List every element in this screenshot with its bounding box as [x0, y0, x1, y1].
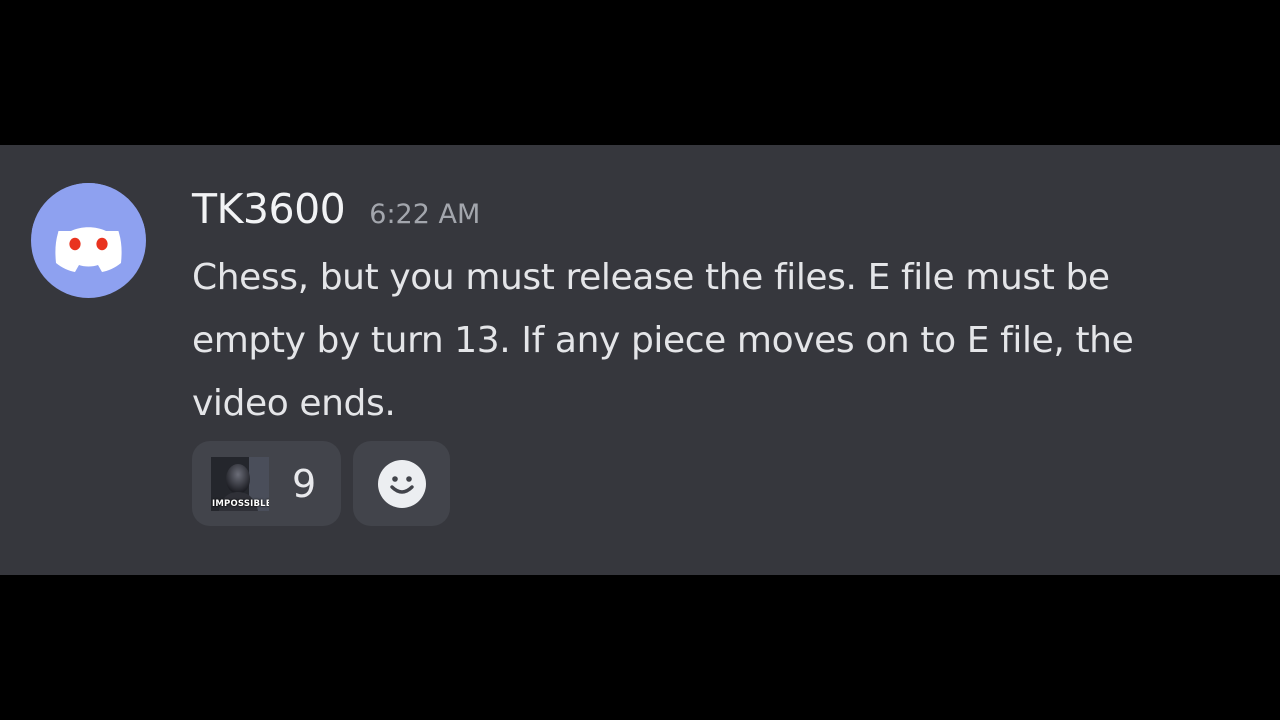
avatar[interactable] [31, 183, 146, 298]
reaction-count: 9 [292, 461, 317, 506]
impossible-meme-emoji: IMPOSSIBLE [211, 456, 269, 511]
smiley-face-icon [377, 459, 426, 508]
username[interactable]: TK3600 [192, 185, 346, 233]
timestamp[interactable]: 6:22 AM [369, 199, 480, 230]
emoji-caption: IMPOSSIBLE [212, 498, 269, 509]
video-frame: TK3600 6:22 AM Chess, but you must relea… [0, 0, 1280, 720]
message-header: TK3600 6:22 AM [192, 185, 480, 235]
reactions-bar: IMPOSSIBLE 9 [192, 441, 450, 526]
add-reaction-button[interactable] [353, 441, 450, 526]
discord-logo-icon [31, 183, 146, 272]
message-content: Chess, but you must release the files. E… [192, 257, 1134, 424]
reaction-impossible[interactable]: IMPOSSIBLE 9 [192, 441, 341, 526]
chat-message: TK3600 6:22 AM Chess, but you must relea… [0, 145, 1280, 575]
